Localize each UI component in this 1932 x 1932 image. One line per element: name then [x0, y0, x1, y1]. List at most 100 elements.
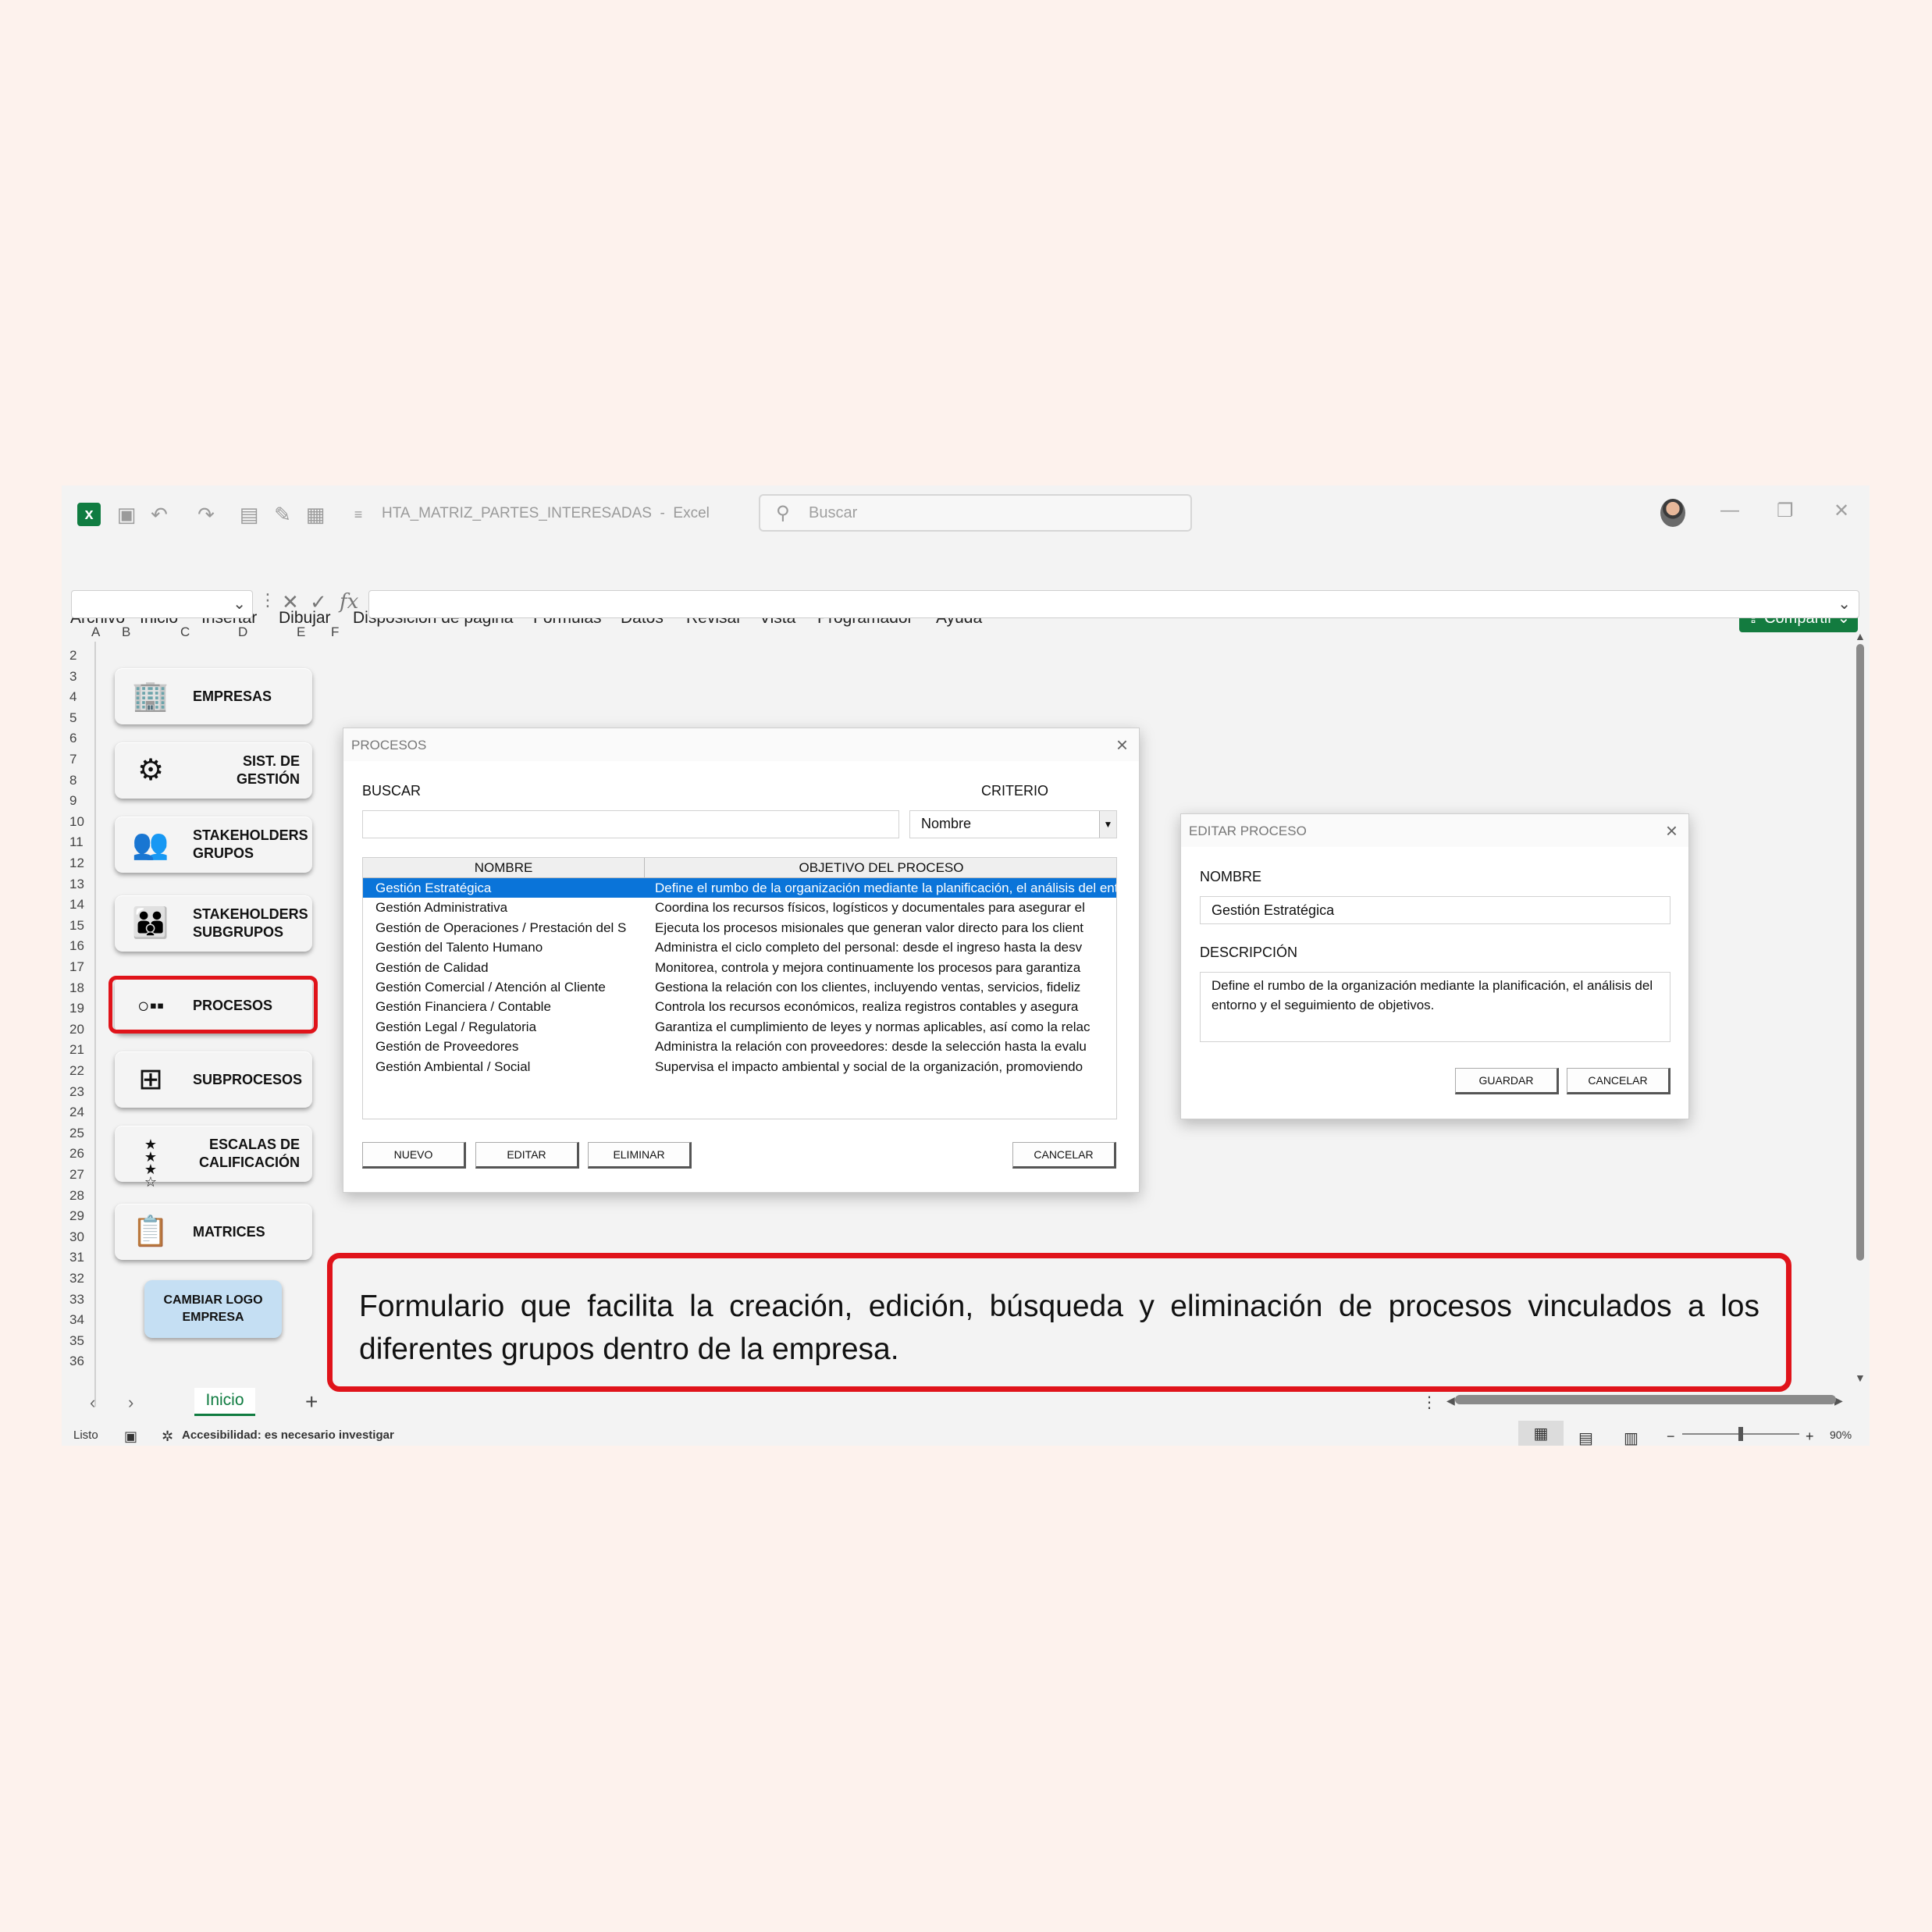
row-header[interactable]: 15 [69, 918, 84, 934]
zoom-out-icon[interactable]: − [1667, 1429, 1675, 1445]
matrices-button[interactable]: 📋 MATRICES [115, 1204, 312, 1260]
escalas-button[interactable]: ★ ★ ★ ☆ ESCALAS DE CALIFICACIÓN [115, 1126, 312, 1189]
column-header-b[interactable]: B [122, 624, 130, 640]
row-header[interactable]: 31 [69, 1250, 84, 1265]
dropdown-arrow-icon[interactable]: ▼ [1099, 811, 1116, 838]
zoom-slider[interactable] [1682, 1427, 1799, 1441]
nuevo-button[interactable]: NUEVO [362, 1142, 466, 1169]
table-row[interactable]: Gestión Estratégica Define el rumbo de la… [363, 878, 1116, 898]
close-icon[interactable]: × [1666, 819, 1678, 843]
row-header[interactable]: 14 [69, 897, 84, 913]
row-header[interactable]: 8 [69, 773, 76, 788]
row-header[interactable]: 9 [69, 793, 76, 809]
table-row[interactable]: Gestión Legal / Regulatoria Garantiza el … [363, 1017, 1116, 1037]
row-header[interactable]: 23 [69, 1084, 84, 1100]
row-header[interactable]: 25 [69, 1126, 84, 1141]
minimize-icon[interactable]: — [1720, 500, 1739, 521]
zoom-level[interactable]: 90% [1830, 1429, 1852, 1441]
close-window-icon[interactable]: ✕ [1834, 500, 1849, 522]
row-header[interactable]: 7 [69, 752, 76, 767]
undo-icon[interactable]: ↶ [148, 503, 171, 526]
stakeholders-subgrupos-button[interactable]: 👪 STAKEHOLDERS SUBGRUPOS [115, 895, 312, 952]
scroll-left-icon[interactable]: ◀ [1446, 1394, 1455, 1407]
row-header[interactable]: 36 [69, 1354, 84, 1369]
horizontal-scroll-thumb[interactable] [1455, 1395, 1836, 1404]
criterio-select[interactable]: Nombre ▼ [909, 810, 1117, 838]
more-icon[interactable]: ⋮ [259, 590, 276, 610]
prev-sheet-icon[interactable]: ‹ [90, 1393, 95, 1413]
accessibility-icon[interactable]: ✲ [162, 1429, 173, 1445]
guardar-button[interactable]: GUARDAR [1455, 1068, 1559, 1094]
formula-input[interactable]: ⌄ [368, 590, 1859, 618]
table-row[interactable]: Gestión del Talento Humano Administra el … [363, 938, 1116, 957]
descripcion-field[interactable]: Define el rumbo de la organización media… [1200, 972, 1670, 1042]
row-header[interactable]: 21 [69, 1042, 84, 1058]
function-icon[interactable]: fx [340, 590, 358, 614]
name-box[interactable]: ⌄ [71, 590, 253, 618]
more-options-icon[interactable]: ⋮ [1421, 1393, 1437, 1412]
column-header-e[interactable]: E [297, 624, 305, 640]
customize-toolbar-icon[interactable]: ≡ [347, 503, 370, 526]
save-icon[interactable]: ▤ [237, 503, 261, 526]
row-header[interactable]: 22 [69, 1063, 84, 1079]
row-header[interactable]: 29 [69, 1208, 84, 1224]
row-header[interactable]: 2 [69, 648, 76, 664]
table-row[interactable]: Gestión de Proveedores Administra la rela… [363, 1037, 1116, 1056]
empresas-button[interactable]: 🏢 EMPRESAS [115, 668, 312, 724]
paste-icon[interactable]: ▦ [304, 503, 327, 526]
row-header[interactable]: 13 [69, 877, 84, 892]
cambiar-logo-button[interactable]: CAMBIAR LOGO EMPRESA [144, 1280, 282, 1338]
col-objetivo-header[interactable]: OBJETIVO DEL PROCESO [645, 858, 1116, 878]
row-header[interactable]: 18 [69, 980, 84, 996]
row-header[interactable]: 30 [69, 1229, 84, 1245]
row-header[interactable]: 33 [69, 1292, 84, 1308]
next-sheet-icon[interactable]: › [128, 1393, 133, 1413]
page-layout-icon[interactable]: ▤ [1578, 1429, 1593, 1446]
row-header[interactable]: 17 [69, 959, 84, 975]
cancelar-button[interactable]: CANCELAR [1012, 1142, 1116, 1169]
row-header[interactable]: 20 [69, 1022, 84, 1037]
nombre-field[interactable]: Gestión Estratégica [1200, 896, 1670, 924]
subprocesos-button[interactable]: ⊞ SUBPROCESOS [115, 1051, 312, 1108]
scroll-down-icon[interactable]: ▼ [1855, 1372, 1866, 1384]
form-icon[interactable]: ✎ [271, 503, 294, 526]
row-header[interactable]: 10 [69, 814, 84, 830]
sheet-tab-inicio[interactable]: Inicio [194, 1388, 255, 1416]
search-box[interactable]: ⚲ Buscar [759, 494, 1192, 532]
row-header[interactable]: 28 [69, 1188, 84, 1204]
table-row[interactable]: Gestión Ambiental / Social Supervisa el i… [363, 1057, 1116, 1076]
page-break-icon[interactable]: ▥ [1624, 1429, 1638, 1446]
vertical-scrollbar[interactable]: ▲ ▼ [1855, 630, 1866, 1387]
restore-icon[interactable]: ❐ [1777, 500, 1794, 522]
close-icon[interactable]: × [1116, 733, 1128, 757]
row-header[interactable]: 11 [69, 834, 84, 850]
editar-button[interactable]: EDITAR [475, 1142, 579, 1169]
table-row[interactable]: Gestión Comercial / Atención al Cliente G… [363, 977, 1116, 997]
cancelar-edit-button[interactable]: CANCELAR [1567, 1068, 1670, 1094]
scroll-up-icon[interactable]: ▲ [1855, 630, 1866, 642]
normal-view-icon[interactable]: ▦ [1518, 1421, 1564, 1446]
zoom-in-icon[interactable]: + [1806, 1429, 1814, 1445]
redo-icon[interactable]: ↷ [194, 503, 218, 526]
row-header[interactable]: 4 [69, 689, 76, 705]
row-header[interactable]: 5 [69, 710, 76, 726]
macro-icon[interactable]: ▣ [124, 1429, 137, 1445]
row-header[interactable]: 3 [69, 669, 76, 685]
table-row[interactable]: Gestión Administrativa Coordina los recur… [363, 898, 1116, 917]
row-header[interactable]: 27 [69, 1167, 84, 1183]
row-header[interactable]: 35 [69, 1333, 84, 1349]
row-header[interactable]: 24 [69, 1105, 84, 1120]
add-sheet-icon[interactable]: + [305, 1389, 318, 1414]
row-header[interactable]: 16 [69, 938, 84, 954]
cancel-formula-icon[interactable]: ✕ [282, 590, 299, 614]
zoom-slider-knob[interactable] [1738, 1427, 1743, 1441]
table-row[interactable]: Gestión de Operaciones / Prestación del … [363, 918, 1116, 938]
accessibility-status[interactable]: Accesibilidad: es necesario investigar [182, 1429, 394, 1442]
row-header[interactable]: 34 [69, 1312, 84, 1328]
column-header-d[interactable]: D [238, 624, 247, 640]
sist-gestion-button[interactable]: ⚙ SIST. DE GESTIÓN [115, 742, 312, 799]
table-row[interactable]: Gestión Financiera / Contable Controla lo… [363, 997, 1116, 1016]
stakeholders-grupos-button[interactable]: 👥 STAKEHOLDERS GRUPOS [115, 817, 312, 873]
col-nombre-header[interactable]: NOMBRE [363, 858, 645, 878]
column-header-c[interactable]: C [180, 624, 190, 640]
